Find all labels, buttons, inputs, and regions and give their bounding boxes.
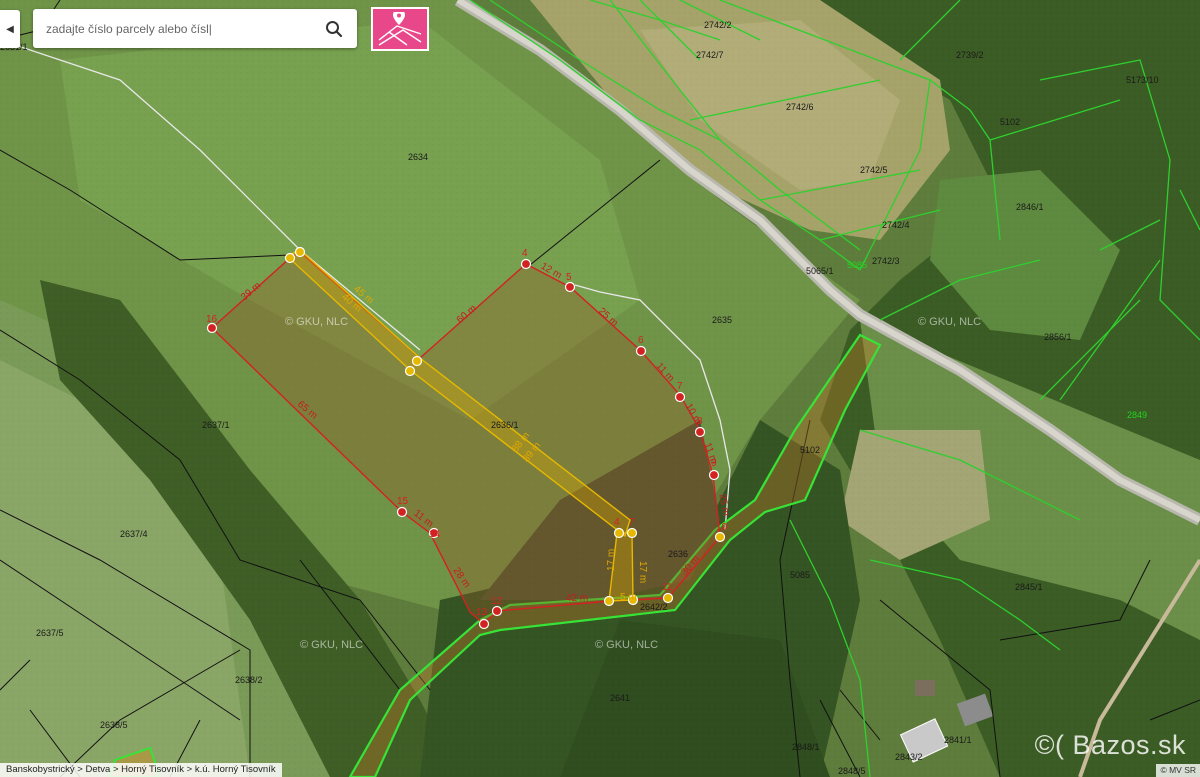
parcel-number: 2846/1 [1016,202,1044,212]
point-label: 16 [206,314,218,325]
parcel-number: 2742/2 [704,20,732,30]
point-marker[interactable] [491,605,503,617]
bazos-watermark: ©( Bazos.sk [1034,730,1186,760]
point-marker[interactable] [635,345,647,357]
measurement-label: 17 m [637,561,648,583]
point-label: 4 [614,517,620,528]
parcel-number: 2742/7 [696,50,724,60]
point-label: 10 [716,522,728,533]
point-label: 11 [662,582,673,593]
breadcrumb-separator: > [77,764,83,775]
parcel-map-pin-icon [378,12,422,46]
point-marker[interactable] [396,506,408,518]
parcel-number: 2849 [1127,410,1147,420]
measurement-label: 42 m [566,593,588,604]
parcel-number: 5173/10 [1126,75,1159,85]
search-bar [33,9,357,48]
parcel-number: 2638/5 [100,720,128,730]
point-label: 12 [491,596,503,607]
point-marker[interactable] [714,531,726,543]
point-label: 4 [522,248,528,259]
map-watermark: © GKU, NLC [595,639,658,651]
parcel-number: 2637/1 [202,420,230,430]
map-watermark: © GKU, NLC [285,316,348,328]
point-label: 7 [629,517,635,528]
point-marker[interactable] [404,365,416,377]
point-marker[interactable] [603,595,615,607]
parcel-number: 2642/2 [640,602,668,612]
parcel-number: 2739/2 [956,50,984,60]
breadcrumb-separator: > [186,764,193,775]
point-label: 6 [638,335,644,346]
parcel-layer-button[interactable] [371,7,429,51]
point-marker[interactable] [708,469,720,481]
parcel-number: 5102 [800,445,820,455]
search-input[interactable] [44,20,319,37]
breadcrumb-district[interactable]: Detva [85,764,110,775]
point-marker[interactable] [564,281,576,293]
parcel-number: 2742/6 [786,102,814,112]
map-watermark: © GKU, NLC [300,639,363,651]
point-label: 13 [476,607,488,618]
point-marker[interactable] [478,618,490,630]
chevron-left-icon: ◀ [6,23,14,35]
point-marker[interactable] [613,527,625,539]
parcel-number: 2845/1 [1015,582,1043,592]
parcel-number: 2638/2 [235,675,263,685]
parcel-number: 5085 [790,570,810,580]
point-marker[interactable] [626,527,638,539]
breadcrumb-separator: > [112,764,119,775]
breadcrumb-municipality[interactable]: Horný Tisovník [121,764,184,775]
copyright-notice: © MV SR [1156,764,1200,777]
point-label: 15 [397,496,409,507]
parcel-number: 2841/1 [944,735,972,745]
search-icon[interactable] [319,14,349,44]
parcel-number: 2742/3 [872,256,900,266]
parcel-number: 2641 [610,693,630,703]
point-marker[interactable] [294,246,306,258]
point-marker[interactable] [411,355,423,367]
measurement-label: 17 m [606,549,617,571]
parcel-number: 5102 [1000,117,1020,127]
breadcrumb: Banskobystrický > Detva > Horný Tisovník… [0,763,282,777]
parcel-number: 2636/1 [491,420,519,430]
point-marker[interactable] [284,252,296,264]
parcel-number: 2848/1 [792,742,820,752]
back-button[interactable]: ◀ [0,10,20,48]
parcel-number: 2848/5 [838,766,866,776]
breadcrumb-cadastre[interactable]: k.ú. Horný Tisovník [195,764,276,775]
parcel-number: 2843/2 [895,752,923,762]
point-marker[interactable] [520,258,532,270]
parcel-number: 2635 [712,315,732,325]
parcel-number: 5085 [847,260,867,270]
map-watermark: © GKU, NLC [918,316,981,328]
parcel-number: 2634 [408,152,428,162]
parcel-number: 5065/1 [806,266,834,276]
breadcrumb-region[interactable]: Banskobystrický [6,764,75,775]
measurement-label: 5 m [620,592,637,603]
point-marker[interactable] [674,391,686,403]
parcel-number: 2742/5 [860,165,888,175]
parcel-number: 2637/4 [120,529,148,539]
point-label: 7 [677,381,683,392]
parcel-number: 2637/5 [36,628,64,638]
map-canvas[interactable]: 16 4 5 6 7 8 9 10 11 12 13 14 15 4 7 39 … [0,0,1200,777]
point-label: 5 [566,272,572,283]
point-marker[interactable] [694,426,706,438]
parcel-number: 2636 [668,549,688,559]
point-label: 14 [429,529,441,540]
parcel-number: 2856/1 [1044,332,1072,342]
parcel-number: 2742/4 [882,220,910,230]
